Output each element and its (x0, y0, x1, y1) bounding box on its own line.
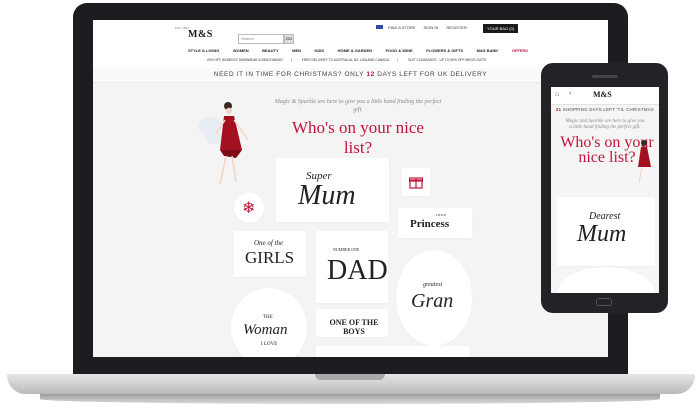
phone-speaker (592, 75, 618, 78)
promo-bar: 20% OFF WOMEN'S SWIMWEAR & BEACHWEAR FRE… (93, 58, 608, 62)
laptop-base-shadow (40, 394, 660, 404)
nav-item-kids[interactable]: KIDS (315, 48, 325, 53)
tile-one-of-the-label: One of the (254, 239, 284, 247)
tile-little-label: LITTLE (436, 213, 447, 217)
nav-item-women[interactable]: WOMEN (233, 48, 249, 53)
phone-screen: ⌂ ‹ M&S 21 SHOPPING DAYS LEFT 'TIL CHRIS… (551, 87, 659, 293)
uk-flag-icon[interactable] (376, 25, 383, 29)
nav-item-men[interactable]: MEN (292, 48, 301, 53)
banner-days: 12 (366, 71, 375, 78)
search-button[interactable]: GO (284, 34, 294, 44)
phone-logo[interactable]: M&S (593, 90, 612, 99)
phone-mum-label: Mum (577, 221, 627, 247)
home-icon[interactable]: ⌂ (555, 91, 559, 98)
tile-one-of-the-girls[interactable]: One of the GIRLS (236, 233, 304, 275)
nav-item-style-living[interactable]: STYLE & LIVING (188, 48, 219, 53)
phone-magic-text: Magic and Sparkle are here to give you a… (565, 119, 645, 130)
tile-mum-label: Mum (298, 180, 356, 211)
tile-woman-label: Woman (243, 322, 288, 338)
tile-number-one-dad[interactable]: NUMBER ONE DAD (318, 233, 388, 301)
nav-item-beauty[interactable]: BEAUTY (262, 48, 278, 53)
laptop-screen: EST. 1884 M&S Search GO FIND A STORE SIG… (93, 20, 608, 357)
magic-sparkle-text: Magic & Sparkle are here to give you a l… (274, 99, 442, 113)
nav-item-ms-bank[interactable]: M&S BANK (477, 48, 499, 53)
phone-banner: 21 SHOPPING DAYS LEFT 'TIL CHRISTMAS (551, 107, 659, 112)
site-logo[interactable]: M&S (188, 29, 213, 40)
gift-icon (409, 177, 423, 189)
back-icon[interactable]: ‹ (569, 90, 571, 97)
tile-the-woman-i-love[interactable]: THE Woman I LOVE (233, 290, 305, 357)
tile-girls-label: GIRLS (245, 248, 295, 267)
phone-banner-text: SHOPPING DAYS LEFT 'TIL CHRISTMAS (561, 107, 655, 112)
tile-one-of-the-boys[interactable]: ONE OF THE BOYS (318, 311, 386, 336)
logo-prefix: EST. 1884 (175, 26, 189, 30)
tile-the-label: THE (263, 315, 273, 320)
tile-gran-label: Gran (411, 290, 454, 312)
tile-i-love-label: I LOVE (261, 342, 278, 347)
tile-princess-label: Princess (410, 218, 450, 230)
promo-suits[interactable]: SUIT CLEARANCE - UP TO 50% OFF MEN'S SUI… (408, 58, 494, 62)
phone-tile-partial[interactable] (559, 269, 653, 293)
tile-partial-2[interactable] (358, 348, 468, 357)
page-headline: Who's on your nice list? (292, 118, 424, 157)
tile-dad-label: DAD (327, 255, 388, 286)
top-links: FIND A STORE SIGN IN REGISTER (388, 25, 467, 30)
tile-snowflake[interactable]: ❄ (236, 195, 262, 221)
nav-item-offers[interactable]: OFFERS (512, 48, 528, 53)
phone-fairy-illustration (638, 140, 651, 184)
tile-greatest-gran[interactable]: greatest Gran (398, 252, 470, 344)
bag-button[interactable]: YOUR BAG (0) (483, 24, 519, 33)
tile-number-one-label: NUMBER ONE (333, 247, 360, 252)
nav-item-flowers-gifts[interactable]: FLOWERS & GIFTS (426, 48, 463, 53)
christmas-banner: NEED IT IN TIME FOR CHRISTMAS? ONLY 12 D… (93, 68, 608, 83)
fairy-illustration (198, 102, 249, 185)
nav-item-food-wine[interactable]: FOOD & WINE (386, 48, 413, 53)
banner-text-suffix: DAYS LEFT FOR UK DELIVERY (374, 71, 488, 78)
phone-home-button[interactable] (596, 298, 612, 306)
tile-little-princess[interactable]: LITTLE Princess (400, 210, 470, 236)
tile-gift[interactable] (404, 170, 428, 194)
sign-in-link[interactable]: SIGN IN (424, 25, 439, 30)
tile-boys-label: ONE OF THE BOYS (329, 318, 379, 336)
main-nav: STYLE & LIVING WOMEN BEAUTY MEN KIDS HOM… (188, 48, 528, 53)
register-link[interactable]: REGISTER (446, 25, 466, 30)
tile-partial[interactable] (318, 348, 354, 357)
promo-delivery[interactable]: FREE DELIVERY TO AUSTRALIA, NZ, USA AND … (302, 58, 399, 62)
promo-swimwear[interactable]: 20% OFF WOMEN'S SWIMWEAR & BEACHWEAR (207, 58, 292, 62)
tile-super-mum[interactable]: Super Mum (278, 160, 387, 220)
search-input[interactable]: Search (238, 34, 284, 44)
find-store-link[interactable]: FIND A STORE (388, 25, 416, 30)
phone-tile-dearest-mum[interactable]: Dearest Mum (559, 199, 653, 264)
snowflake-icon: ❄ (242, 200, 256, 217)
laptop-notch (315, 374, 385, 380)
nav-item-home-garden[interactable]: HOME & GARDEN (338, 48, 372, 53)
tile-greatest-label: greatest (423, 282, 443, 288)
banner-text-prefix: NEED IT IN TIME FOR CHRISTMAS? ONLY (213, 71, 367, 78)
